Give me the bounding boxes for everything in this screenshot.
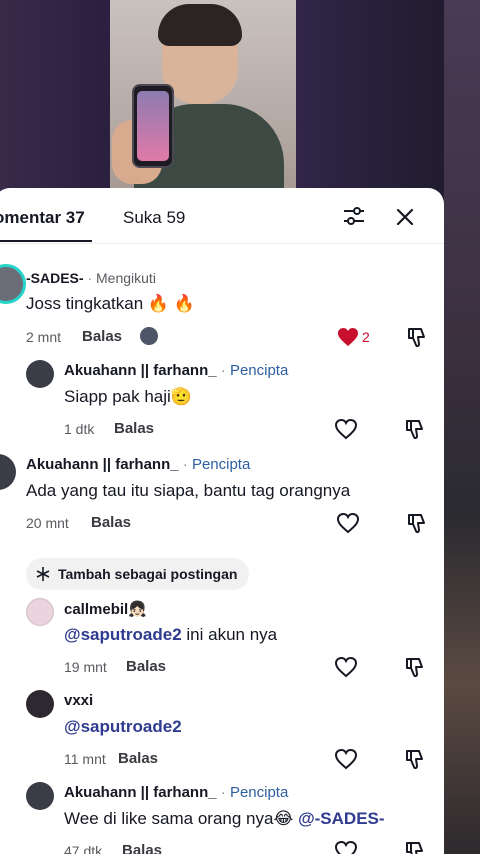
comments-tabs: omentar 37 Suka 59 [0,188,444,244]
comment-username[interactable]: callmebil👧🏻 [64,600,147,618]
heart-icon[interactable] [334,418,358,440]
thumbs-down-icon[interactable] [404,747,428,771]
video-thumbnail [110,0,296,194]
username-text: Akuahann || farhann_ [64,784,217,801]
close-icon[interactable] [394,206,416,228]
username-text: -SADES- [26,270,84,286]
reply-button[interactable]: Balas [122,842,162,854]
heart-icon[interactable] [334,748,358,770]
comment-text-body: Wee di like sama orang nya😂 [64,809,299,828]
heart-icon[interactable] [334,840,358,854]
held-phone-screen [137,91,169,161]
tab-comments[interactable]: omentar 37 [0,208,85,228]
reply-button[interactable]: Balas [91,514,131,531]
avatar[interactable] [0,454,16,490]
reply-button[interactable]: Balas [126,658,166,675]
thumbs-down-icon[interactable] [406,325,430,349]
comment-time: 11 mnt [64,751,106,767]
comments-panel: omentar 37 Suka 59 -SADES- · Mengikuti J… [0,188,444,854]
avatar[interactable] [26,598,54,626]
comment-username[interactable]: Akuahann || farhann_ · Pencipta [64,784,288,801]
following-badge: Mengikuti [96,270,156,286]
username-text: Akuahann || farhann_ [64,362,217,379]
comment-username[interactable]: -SADES- · Mengikuti [26,270,156,286]
thumbs-down-icon[interactable] [404,839,428,854]
comment-time: 1 dtk [64,421,95,437]
comment-time: 2 mnt [26,329,62,345]
comment-text: @saputroade2 [64,717,182,737]
avatar[interactable] [26,690,54,718]
comment-time: 47 dtk [64,843,103,854]
avatar[interactable] [26,782,54,810]
creator-badge: Pencipta [229,362,289,379]
sparkle-icon [36,567,50,581]
held-phone [132,84,174,168]
comment-username[interactable]: vxxi [64,692,93,709]
username-text: callmebil👧🏻 [64,601,147,618]
tab-likes[interactable]: Suka 59 [123,208,185,228]
mention-link[interactable]: @saputroade2 [64,717,182,736]
creator-badge: Pencipta [191,456,251,473]
comment-text-body: ini akun nya [181,625,278,644]
like-count: 2 [362,329,370,345]
add-as-post-label: Tambah sebagai postingan [58,566,238,582]
thumbs-down-icon[interactable] [404,417,428,441]
comment-username[interactable]: Akuahann || farhann_ · Pencipta [26,456,250,473]
add-as-post-button[interactable]: Tambah sebagai postingan [26,558,250,590]
mention-link[interactable]: @-SADES- [298,809,384,828]
comment-username[interactable]: Akuahann || farhann_ · Pencipta [64,362,288,379]
creator-liked-avatar [140,327,158,345]
filter-icon[interactable] [342,206,366,226]
reply-button[interactable]: Balas [114,420,154,437]
thumbs-down-icon[interactable] [406,511,430,535]
comment-time: 20 mnt [26,515,69,531]
heart-icon[interactable] [336,512,360,534]
creator-badge: Pencipta [229,784,289,801]
heart-icon[interactable] [336,326,360,348]
comment-text: Siapp pak haji🫡 [64,387,192,406]
avatar[interactable] [26,360,54,388]
avatar[interactable] [0,264,26,304]
mention-link[interactable]: @saputroade2 [64,625,182,644]
username-text: Akuahann || farhann_ [26,456,179,473]
person-hair [158,4,242,46]
reply-button[interactable]: Balas [118,750,158,767]
username-text: vxxi [64,692,94,709]
active-tab-indicator [0,240,92,242]
comment-time: 19 mnt [64,659,107,675]
comment-text: Wee di like sama orang nya😂 @-SADES- [64,809,385,829]
comment-text: @saputroade2 ini akun nya [64,625,277,645]
comment-text: Joss tingkatkan 🔥 🔥 [26,294,195,313]
comment-text: Ada yang tau itu siapa, bantu tag orangn… [26,481,351,500]
heart-icon[interactable] [334,656,358,678]
thumbs-down-icon[interactable] [404,655,428,679]
reply-button[interactable]: Balas [82,328,122,345]
video-right-edge [444,0,480,854]
